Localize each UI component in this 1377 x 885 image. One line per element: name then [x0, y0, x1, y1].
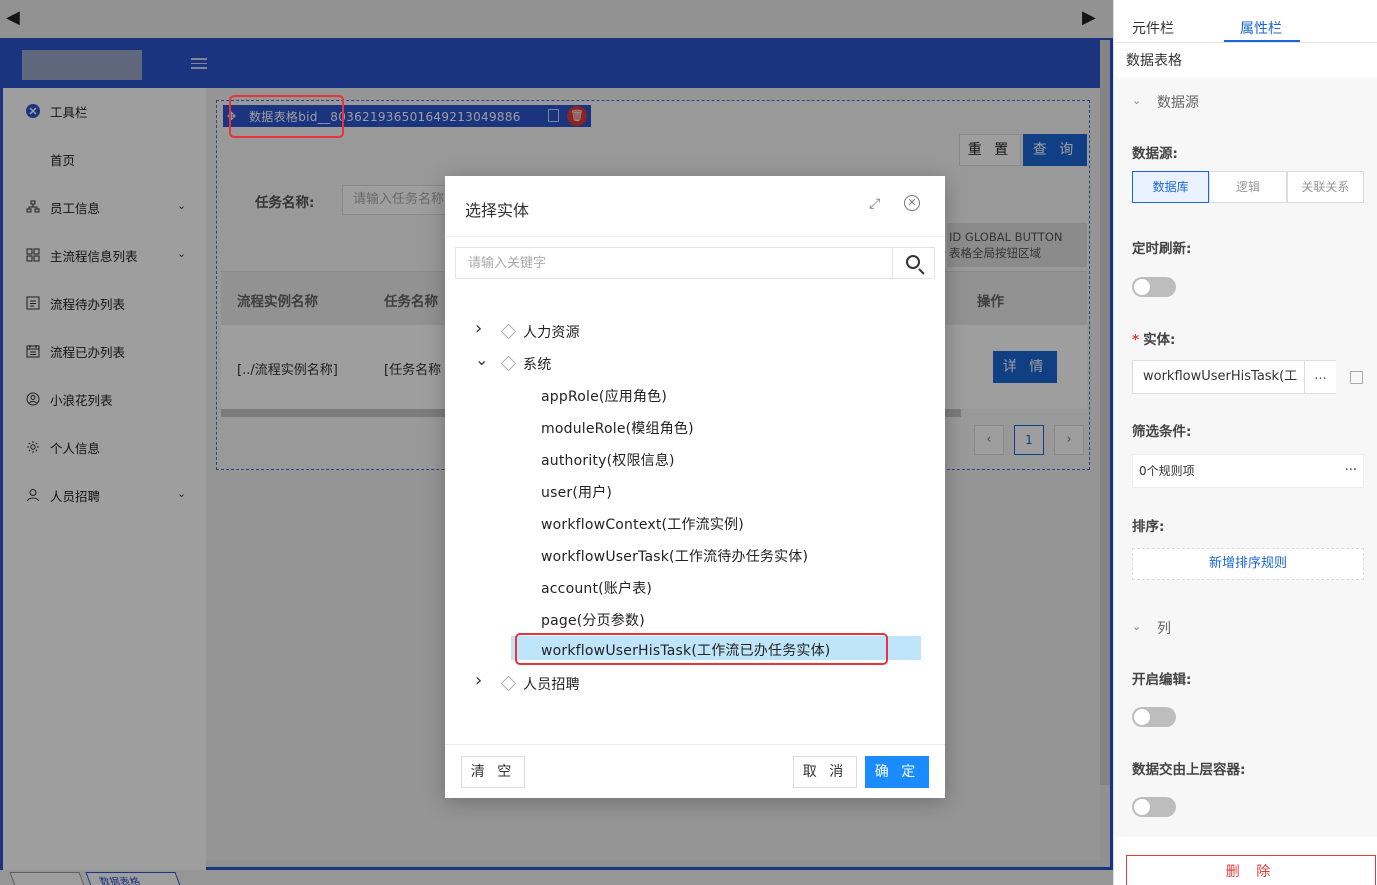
- timer-label: 定时刷新:: [1132, 241, 1192, 257]
- clear-button[interactable]: 清 空: [461, 756, 525, 788]
- seg-logic[interactable]: 逻辑: [1209, 171, 1287, 203]
- tree-node-label: page(分页参数): [541, 613, 645, 629]
- sort-label: 排序:: [1132, 519, 1165, 535]
- tree-node-label: workflowContext(工作流实例): [541, 517, 744, 533]
- dialog-title: 选择实体: [465, 201, 530, 220]
- section-columns[interactable]: ⌄ 列: [1114, 604, 1377, 652]
- chevron-down-icon: ⌄: [1132, 620, 1142, 633]
- highlight-box: [515, 633, 888, 665]
- search-icon: [906, 255, 920, 269]
- section-title: 列: [1157, 621, 1171, 637]
- tree-node-label: user(用户): [541, 485, 613, 501]
- entity-label-text: 实体:: [1143, 332, 1176, 348]
- more-icon[interactable]: ···: [1345, 455, 1357, 487]
- add-sort-rule-button[interactable]: 新增排序规则: [1132, 548, 1364, 580]
- tab-components[interactable]: 元件栏: [1132, 18, 1174, 38]
- close-icon[interactable]: ✕: [904, 195, 920, 211]
- tree-entity-node[interactable]: workflowUserTask(工作流待办任务实体): [445, 540, 945, 572]
- tree-node-label: 人员招聘: [523, 677, 580, 693]
- tree-entity-node[interactable]: user(用户): [445, 476, 945, 508]
- tab-properties[interactable]: 属性栏: [1240, 18, 1282, 38]
- property-panel: 元件栏 属性栏 数据表格 ⌄ 数据源 数据源: 数据库 逻辑 关联关系 定时刷新…: [1113, 0, 1377, 885]
- parent-container-toggle[interactable]: [1132, 797, 1176, 817]
- datasource-segment: 数据库 逻辑 关联关系: [1132, 171, 1364, 203]
- edit-toggle[interactable]: [1132, 707, 1176, 727]
- datasource-body: 数据源: 数据库 逻辑 关联关系 定时刷新: * 实体: workflowUser…: [1114, 126, 1377, 604]
- tree-folder-node[interactable]: › 人员招聘: [445, 668, 945, 700]
- required-mark: *: [1132, 332, 1140, 348]
- folder-icon: [500, 355, 517, 372]
- tree-node-label: appRole(应用角色): [541, 389, 668, 405]
- delete-button[interactable]: 删 除: [1126, 855, 1376, 885]
- tree-node-label: 系统: [523, 357, 552, 373]
- divider: [445, 236, 945, 237]
- panel-title: 数据表格: [1126, 53, 1182, 69]
- select-entity-dialog: 选择实体 ⤢ ✕ 清 空 取 消 确 定 › 人力资源 ⌄ 系统 appRole(应用角…: [445, 176, 945, 798]
- datasource-label: 数据源:: [1132, 146, 1178, 162]
- section-title: 数据源: [1157, 95, 1199, 111]
- search-input[interactable]: [456, 248, 892, 278]
- tree-node-label: moduleRole(模组角色): [541, 421, 694, 437]
- divider: [1114, 42, 1377, 43]
- entity-label: * 实体:: [1132, 328, 1175, 348]
- tree-entity-node[interactable]: appRole(应用角色): [445, 380, 945, 412]
- edit-label: 开启编辑:: [1132, 672, 1192, 688]
- tree-folder-node[interactable]: › 人力资源: [445, 316, 945, 348]
- chevron-down-icon: ⌄: [1132, 94, 1142, 107]
- folder-icon: [500, 675, 517, 692]
- entity-more-button[interactable]: ...: [1304, 361, 1336, 393]
- fullscreen-icon[interactable]: ⤢: [869, 196, 880, 212]
- tree-node-label: authority(权限信息): [541, 453, 675, 469]
- search-button[interactable]: [892, 248, 935, 278]
- parent-container-label: 数据交由上层容器:: [1132, 762, 1246, 778]
- tree-entity-node[interactable]: workflowContext(工作流实例): [445, 508, 945, 540]
- timer-toggle[interactable]: [1132, 277, 1176, 297]
- tree-node-label: account(账户表): [541, 581, 653, 597]
- tree-node-label: workflowUserTask(工作流待办任务实体): [541, 549, 809, 565]
- search-box: [455, 247, 935, 279]
- edit-icon[interactable]: [1350, 371, 1363, 384]
- filter-field[interactable]: 0个规则项 ···: [1132, 454, 1364, 488]
- section-datasource[interactable]: ⌄ 数据源: [1114, 78, 1377, 126]
- tree-entity-node[interactable]: account(账户表): [445, 572, 945, 604]
- filter-value: 0个规则项: [1139, 464, 1195, 478]
- tree-folder-node[interactable]: ⌄ 系统: [445, 348, 945, 380]
- confirm-button[interactable]: 确 定: [865, 756, 929, 788]
- tree-entity-node[interactable]: authority(权限信息): [445, 444, 945, 476]
- seg-relation[interactable]: 关联关系: [1286, 171, 1364, 203]
- columns-body: 开启编辑: 数据交由上层容器:: [1114, 652, 1377, 837]
- seg-database[interactable]: 数据库: [1132, 171, 1210, 203]
- cancel-button[interactable]: 取 消: [793, 756, 857, 788]
- divider: [445, 744, 945, 745]
- tree-node-label: 人力资源: [523, 325, 580, 341]
- chevron-down-icon[interactable]: ⌄: [475, 350, 488, 369]
- filter-label: 筛选条件:: [1132, 424, 1192, 440]
- tree-entity-node[interactable]: page(分页参数): [445, 604, 945, 636]
- chevron-right-icon[interactable]: ›: [475, 670, 482, 691]
- highlight-box: [229, 95, 344, 138]
- folder-icon: [500, 323, 517, 340]
- tree-entity-node[interactable]: moduleRole(模组角色): [445, 412, 945, 444]
- chevron-right-icon[interactable]: ›: [475, 318, 482, 339]
